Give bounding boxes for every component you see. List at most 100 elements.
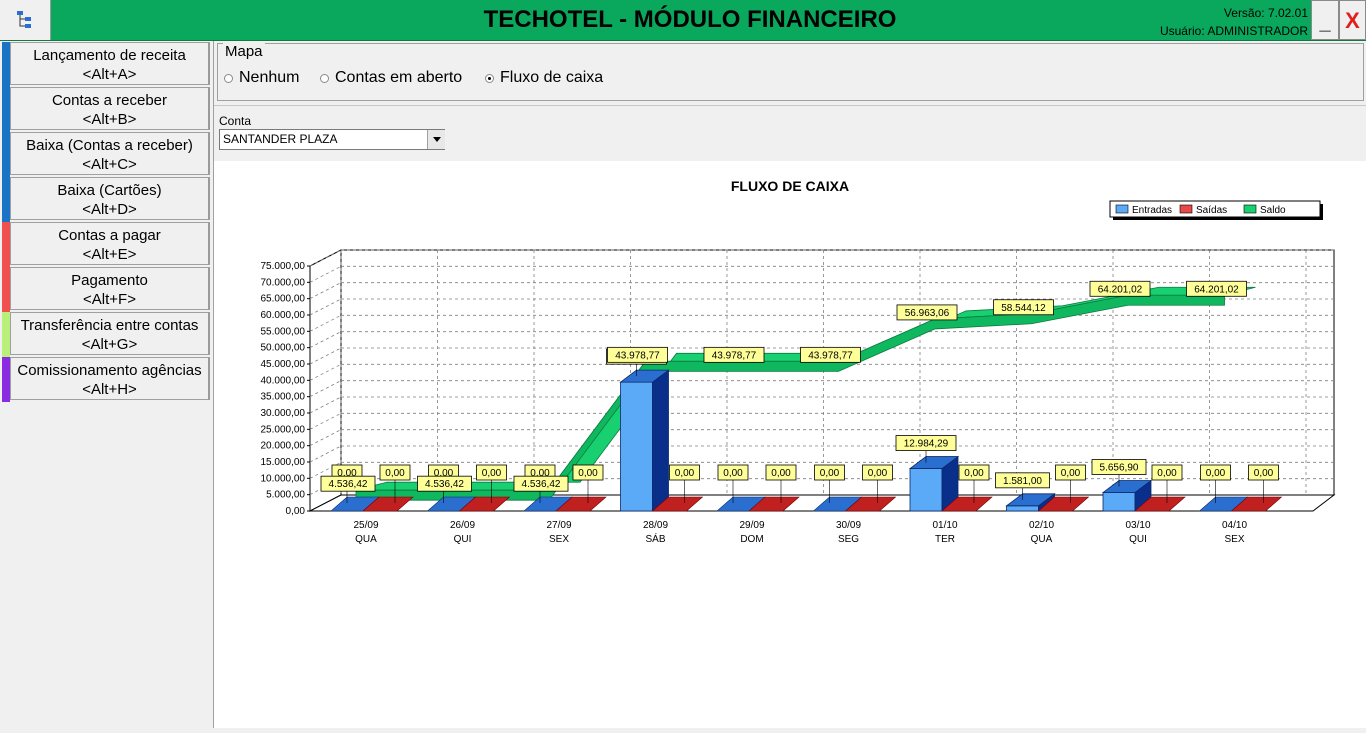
saldo-value-label: 64.201,02 — [1194, 284, 1239, 295]
sidebar-item-label: Comissionamento agências — [17, 362, 202, 379]
saldo-value-label: 64.201,02 — [1098, 284, 1143, 295]
sidebar-color-strip — [2, 357, 10, 402]
sidebar-item-label: Contas a pagar — [58, 227, 161, 244]
y-tick-label: 40.000,00 — [261, 375, 306, 386]
saldo-value-label: 56.963,06 — [905, 308, 950, 319]
sidebar-item-label: Contas a receber — [51, 92, 168, 109]
saidas-value-label: 0,00 — [385, 468, 405, 479]
y-tick-label: 15.000,00 — [261, 457, 306, 468]
x-tick-label: 25/09 — [353, 520, 378, 531]
y-tick-label: 0,00 — [286, 506, 306, 517]
sidebar-color-strip — [2, 42, 10, 87]
entradas-bar-front — [1102, 492, 1136, 512]
x-tick-label: 29/09 — [739, 520, 764, 531]
sidebar-item-5[interactable]: Pagamento <Alt+F> — [10, 267, 210, 310]
y-tick-label: 30.000,00 — [261, 408, 306, 419]
x-tick-label: 04/10 — [1222, 520, 1247, 531]
entradas-value-label: 12.984,29 — [904, 439, 949, 450]
entradas-value-label: 0,00 — [820, 468, 840, 479]
x-day-label: QUI — [454, 534, 472, 545]
sidebar-item-label: Baixa (Cartões) — [57, 182, 162, 199]
entradas-bar-front — [1006, 505, 1039, 512]
sidebar-color-strip — [2, 312, 10, 357]
sidebar-color-strip — [2, 87, 10, 132]
sidebar-color-strip — [2, 267, 10, 312]
radio-contas-em-aberto[interactable]: Contas em aberto — [320, 69, 462, 87]
dropdown-arrow-icon[interactable] — [427, 130, 445, 149]
sidebar-item-6[interactable]: Transferência entre contas <Alt+G> — [10, 312, 210, 355]
sidebar-item-shortcut: <Alt+H> — [82, 381, 137, 398]
entradas-bar-front — [620, 381, 653, 512]
sidebar-item-shortcut: <Alt+A> — [82, 66, 137, 83]
y-tick-label: 65.000,00 — [261, 294, 306, 305]
saldo-value-label: 4.536,42 — [522, 479, 561, 490]
entradas-value-label: 0,00 — [723, 468, 743, 479]
x-day-label: QUI — [1129, 534, 1147, 545]
tree-icon — [17, 11, 31, 28]
close-button[interactable]: X — [1339, 0, 1366, 40]
saidas-value-label: 0,00 — [964, 468, 984, 479]
y-tick-label: 75.000,00 — [261, 261, 306, 272]
chart-area: 0,00 5.000,00 10.000,00 15.000,00 20.000,00 2… — [214, 161, 1366, 728]
radio-fluxo-de-caixa-circle[interactable] — [485, 73, 494, 83]
legend-swatch-saldo — [1243, 204, 1257, 214]
conta-label: Conta — [219, 114, 252, 128]
saldo-value-label: 43.978,77 — [712, 350, 757, 361]
x-tick-label: 30/09 — [836, 520, 861, 531]
sidebar-item-shortcut: <Alt+C> — [82, 156, 137, 173]
version-text: Versão: 7.02.01 — [1223, 6, 1308, 20]
entradas-bar-front — [909, 468, 943, 512]
saidas-value-label: 0,00 — [675, 468, 695, 479]
sidebar-item-4[interactable]: Contas a pagar <Alt+E> — [10, 222, 210, 265]
tree-menu-button[interactable] — [0, 0, 51, 40]
y-tick-label: 25.000,00 — [261, 424, 306, 435]
legend-swatch-entradas — [1115, 204, 1129, 214]
y-tick-label: 5.000,00 — [266, 490, 305, 501]
legend-label-saídas: Saídas — [1196, 205, 1227, 216]
saldo-value-label: 43.978,77 — [615, 350, 660, 361]
x-tick-label: 28/09 — [643, 520, 668, 531]
user-text: Usuário: ADMINISTRADOR — [1159, 24, 1308, 38]
radio-fluxo-de-caixa[interactable]: Fluxo de caixa — [485, 69, 603, 87]
saidas-value-label: 0,00 — [771, 468, 791, 479]
x-day-label: SEX — [549, 534, 569, 545]
y-tick-label: 45.000,00 — [261, 359, 306, 370]
sidebar-item-shortcut: <Alt+B> — [82, 111, 137, 128]
sidebar-item-0[interactable]: Lançamento de receita <Alt+A> — [10, 42, 210, 85]
x-tick-label: 03/10 — [1125, 520, 1150, 531]
saldo-value-label: 4.536,42 — [329, 479, 368, 490]
saidas-value-label: 0,00 — [578, 468, 598, 479]
y-tick-label: 55.000,00 — [261, 326, 306, 337]
sidebar-item-shortcut: <Alt+F> — [83, 291, 136, 308]
x-tick-label: 27/09 — [546, 520, 571, 531]
chart-title: FLUXO DE CAIXA — [731, 178, 849, 194]
legend-label-saldo: Saldo — [1260, 205, 1286, 216]
minimize-button[interactable]: _ — [1311, 0, 1339, 40]
radio-nenhum-circle[interactable] — [224, 73, 233, 83]
legend-label-entradas: Entradas — [1132, 205, 1172, 216]
radio-contas-em-aberto-circle[interactable] — [320, 73, 329, 83]
sidebar-color-strip — [2, 177, 10, 222]
saldo-value-label: 43.978,77 — [808, 350, 853, 361]
entradas-value-label: 0,00 — [1206, 468, 1226, 479]
radio-contas-em-aberto-label: Contas em aberto — [335, 69, 463, 86]
x-day-label: SEG — [838, 534, 859, 545]
sidebar-item-label: Baixa (Contas a receber) — [26, 137, 193, 154]
sidebar-item-1[interactable]: Contas a receber <Alt+B> — [10, 87, 210, 130]
saidas-value-label: 0,00 — [868, 468, 888, 479]
conta-select[interactable]: SANTANDER PLAZA — [219, 129, 445, 150]
sidebar-item-2[interactable]: Baixa (Contas a receber) <Alt+C> — [10, 132, 210, 175]
radio-nenhum[interactable]: Nenhum — [224, 69, 299, 87]
sidebar-item-7[interactable]: Comissionamento agências <Alt+H> — [10, 357, 210, 400]
saidas-value-label: 0,00 — [1157, 468, 1177, 479]
x-tick-label: 01/10 — [932, 520, 957, 531]
sidebar-item-3[interactable]: Baixa (Cartões) <Alt+D> — [10, 177, 210, 220]
saldo-value-label: 4.536,42 — [425, 479, 464, 490]
sidebar-color-strip — [2, 132, 10, 177]
page-title: TECHOTEL - MÓDULO FINANCEIRO — [483, 6, 897, 33]
sidebar-item-shortcut: <Alt+G> — [81, 336, 138, 353]
sidebar-item-label: Pagamento — [71, 272, 148, 289]
radio-fluxo-de-caixa-label: Fluxo de caixa — [500, 69, 604, 86]
entradas-value-label: 1.581,00 — [1003, 476, 1042, 487]
mapa-title: Mapa — [223, 43, 265, 60]
